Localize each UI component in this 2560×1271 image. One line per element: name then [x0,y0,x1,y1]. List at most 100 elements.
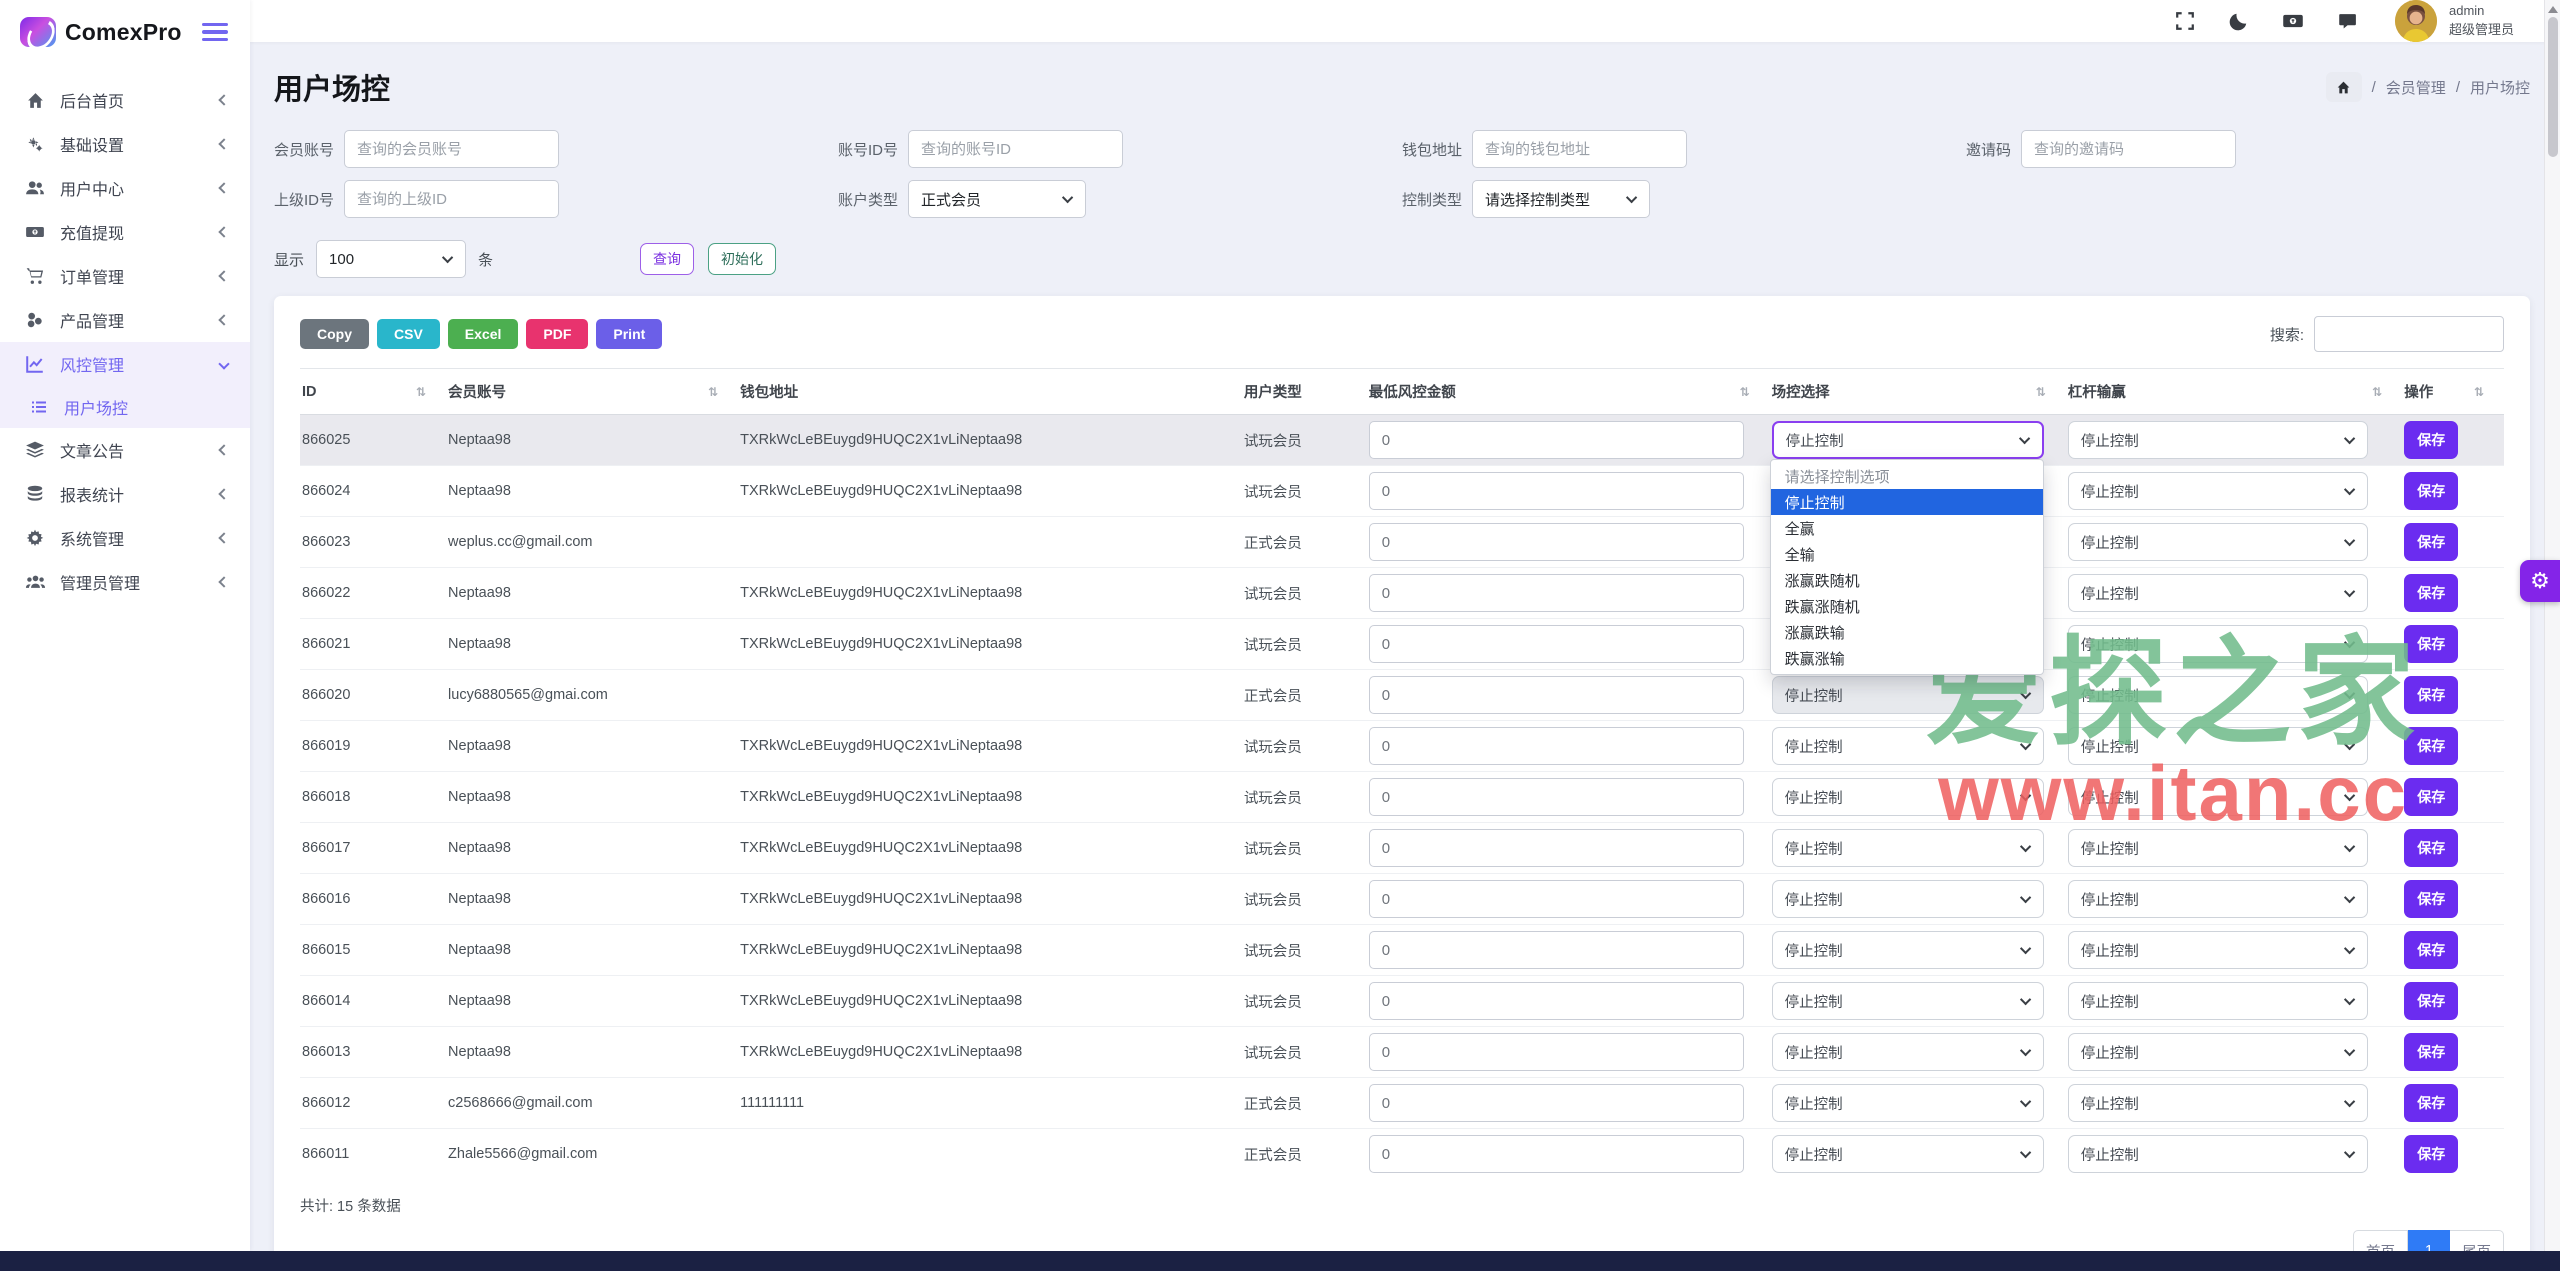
dropdown-option-3[interactable]: 全输 [1771,541,2043,567]
export-print-button[interactable]: Print [596,319,662,349]
theme-settings-gear-icon[interactable]: ⚙ [2520,560,2560,602]
wallet-icon[interactable] [2281,9,2305,33]
save-button[interactable]: 保存 [2404,1135,2458,1173]
control-select[interactable]: 停止控制 [1772,931,2044,969]
leverage-select[interactable]: 停止控制 [2068,421,2368,459]
save-button[interactable]: 保存 [2404,727,2458,765]
save-button[interactable]: 保存 [2404,931,2458,969]
min-risk-input[interactable] [1369,523,1744,561]
dark-mode-icon[interactable] [2227,9,2251,33]
control-select[interactable]: 停止控制 [1772,778,2044,816]
control-select[interactable]: 停止控制 [1772,1084,2044,1122]
dropdown-option-0[interactable]: 请选择控制选项 [1771,463,2043,489]
leverage-select[interactable]: 停止控制 [2068,829,2368,867]
column-header-1[interactable]: 会员账号⇅ [446,369,738,415]
leverage-select[interactable]: 停止控制 [2068,472,2368,510]
sidebar-item-5[interactable]: 产品管理 [0,298,250,342]
export-csv-button[interactable]: CSV [377,319,440,349]
messages-icon[interactable] [2335,9,2359,33]
save-button[interactable]: 保存 [2404,472,2458,510]
dropdown-option-6[interactable]: 涨赢跌输 [1771,619,2043,645]
invite-code-input[interactable] [2021,130,2236,168]
min-risk-input[interactable] [1369,421,1744,459]
save-button[interactable]: 保存 [2404,982,2458,1020]
leverage-select[interactable]: 停止控制 [2068,931,2368,969]
sidebar-item-sub-7[interactable]: 用户场控 [0,386,250,428]
sidebar-item-2[interactable]: 用户中心 [0,166,250,210]
save-button[interactable]: 保存 [2404,1084,2458,1122]
control-select[interactable]: 停止控制 [1772,1033,2044,1071]
min-risk-input[interactable] [1369,931,1744,969]
min-risk-input[interactable] [1369,880,1744,918]
leverage-select[interactable]: 停止控制 [2068,523,2368,561]
leverage-select[interactable]: 停止控制 [2068,1033,2368,1071]
scrollbar-thumb[interactable] [2548,17,2558,157]
sort-icon[interactable]: ⇅ [2372,385,2382,399]
min-risk-input[interactable] [1369,1084,1744,1122]
sort-icon[interactable]: ⇅ [708,385,718,399]
min-risk-input[interactable] [1369,1135,1744,1173]
save-button[interactable]: 保存 [2404,676,2458,714]
min-risk-input[interactable] [1369,727,1744,765]
leverage-select[interactable]: 停止控制 [2068,676,2368,714]
breadcrumb-home-icon[interactable] [2326,72,2362,102]
control-select[interactable]: 停止控制 [1772,982,2044,1020]
min-risk-input[interactable] [1369,829,1744,867]
sort-icon[interactable]: ⇅ [416,385,426,399]
leverage-select[interactable]: 停止控制 [2068,778,2368,816]
save-button[interactable]: 保存 [2404,829,2458,867]
control-select[interactable]: 停止控制 [1772,1135,2044,1173]
save-button[interactable]: 保存 [2404,625,2458,663]
export-excel-button[interactable]: Excel [448,319,519,349]
sort-icon[interactable]: ⇅ [1740,385,1750,399]
sidebar-item-6[interactable]: 风控管理 [0,342,250,386]
column-header-0[interactable]: ID⇅ [300,369,446,415]
leverage-select[interactable]: 停止控制 [2068,1084,2368,1122]
min-risk-input[interactable] [1369,574,1744,612]
leverage-select[interactable]: 停止控制 [2068,1135,2368,1173]
brand[interactable]: ComexPro [20,17,182,47]
control-select[interactable]: 停止控制 [1772,676,2044,714]
dropdown-option-4[interactable]: 涨赢跌随机 [1771,567,2043,593]
column-header-5[interactable]: 场控选择⇅ [1770,369,2066,415]
page-scrollbar[interactable] [2544,0,2560,1251]
query-button[interactable]: 查询 [640,243,694,275]
profile-menu[interactable]: admin 超级管理员 [2395,0,2514,42]
column-header-6[interactable]: 杠杆输赢⇅ [2066,369,2402,415]
sort-icon[interactable]: ⇅ [2036,385,2046,399]
control-select[interactable]: 停止控制 [1772,727,2044,765]
leverage-select[interactable]: 停止控制 [2068,982,2368,1020]
sidebar-item-10[interactable]: 系统管理 [0,516,250,560]
min-risk-input[interactable] [1369,472,1744,510]
leverage-select[interactable]: 停止控制 [2068,574,2368,612]
control-select[interactable]: 停止控制 [1772,421,2044,459]
save-button[interactable]: 保存 [2404,574,2458,612]
export-copy-button[interactable]: Copy [300,319,369,349]
min-risk-input[interactable] [1369,1033,1744,1071]
sidebar-item-11[interactable]: 管理员管理 [0,560,250,604]
wallet-address-input[interactable] [1472,130,1687,168]
column-header-7[interactable]: 操作⇅ [2402,369,2504,415]
dropdown-option-2[interactable]: 全赢 [1771,515,2043,541]
reset-button[interactable]: 初始化 [708,243,776,275]
sidebar-item-8[interactable]: 文章公告 [0,428,250,472]
fullscreen-icon[interactable] [2173,9,2197,33]
member-account-input[interactable] [344,130,559,168]
control-select[interactable]: 停止控制 [1772,880,2044,918]
display-count-select[interactable]: 100 [316,240,466,278]
sidebar-item-0[interactable]: 后台首页 [0,78,250,122]
save-button[interactable]: 保存 [2404,880,2458,918]
sidebar-item-9[interactable]: 报表统计 [0,472,250,516]
column-header-4[interactable]: 最低风控金额⇅ [1367,369,1770,415]
save-button[interactable]: 保存 [2404,778,2458,816]
export-pdf-button[interactable]: PDF [526,319,588,349]
account-id-input[interactable] [908,130,1123,168]
min-risk-input[interactable] [1369,778,1744,816]
dropdown-option-5[interactable]: 跌赢涨随机 [1771,593,2043,619]
sidebar-item-4[interactable]: 订单管理 [0,254,250,298]
save-button[interactable]: 保存 [2404,523,2458,561]
save-button[interactable]: 保存 [2404,421,2458,459]
scrollbar-up-arrow[interactable] [2548,6,2558,13]
sidebar-item-3[interactable]: 充值提现 [0,210,250,254]
control-type-select[interactable]: 请选择控制类型 [1472,180,1650,218]
